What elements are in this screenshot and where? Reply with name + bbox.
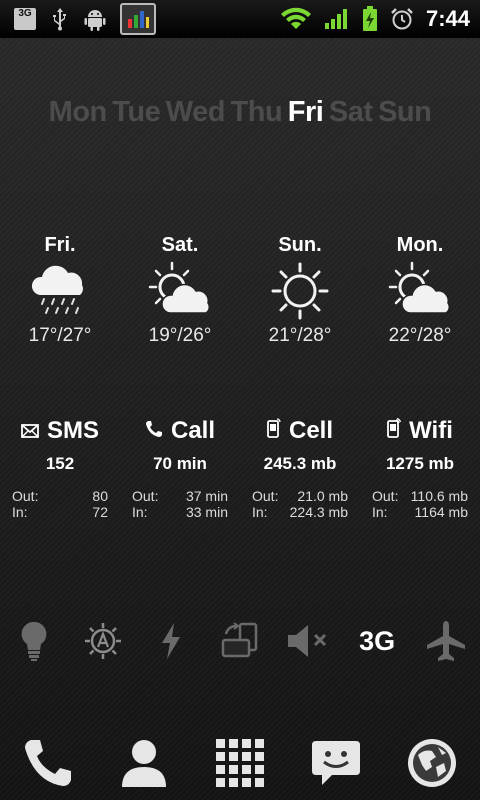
usage-cell[interactable]: Cell 245.3 mb Out: 21.0 mb In: 224.3 mb xyxy=(240,416,360,520)
day-sun: Sun xyxy=(378,96,432,128)
forecast-day-3[interactable]: Mon. 22°/28° xyxy=(360,234,480,347)
in-value: 72 xyxy=(92,504,108,520)
sun-icon xyxy=(240,261,360,321)
in-label: In: xyxy=(132,504,148,520)
in-value: 1164 mb xyxy=(414,504,468,520)
usage-wifi[interactable]: Wifi 1275 mb Out: 110.6 mb In: 1164 mb xyxy=(360,416,480,520)
android-debug-icon[interactable] xyxy=(84,7,106,31)
in-value: 224.3 mb xyxy=(289,504,348,520)
usage-sms[interactable]: SMS 152 Out: 80 In: 72 xyxy=(0,416,120,520)
in-label: In: xyxy=(372,504,388,520)
wifi-signal-icon[interactable] xyxy=(280,7,312,31)
usage-total: 152 xyxy=(45,454,75,473)
forecast-day-2[interactable]: Sun. 21°/28° xyxy=(240,234,360,347)
out-value: 110.6 mb xyxy=(410,488,468,504)
dock-messaging[interactable] xyxy=(301,731,371,795)
dock-contacts[interactable] xyxy=(109,731,179,795)
usage-total: 1275 mb xyxy=(385,454,455,473)
airplane-icon xyxy=(426,621,465,661)
alarm-icon[interactable] xyxy=(390,7,414,31)
usage-label: Call xyxy=(170,417,215,444)
power-toggles-widget[interactable]: 3G xyxy=(0,616,480,666)
day-sat: Sat xyxy=(328,96,373,128)
flashlight-toggle[interactable] xyxy=(4,616,64,666)
sound-toggle[interactable] xyxy=(279,616,339,666)
dock-app-drawer[interactable] xyxy=(205,731,275,795)
cell-signal-icon[interactable] xyxy=(324,7,350,31)
partly-cloudy-icon xyxy=(360,261,480,321)
usage-total: 245.3 mb xyxy=(263,454,337,473)
forecast-day-0[interactable]: Fri. 17°/27° xyxy=(0,234,120,347)
status-clock[interactable]: 7:44 xyxy=(426,6,470,32)
messaging-icon xyxy=(312,741,360,785)
3g-notification-icon[interactable]: 3G xyxy=(14,8,36,30)
mute-icon xyxy=(287,625,326,657)
out-value: 21.0 mb xyxy=(297,488,348,504)
envelope-icon xyxy=(21,417,39,445)
weather-forecast-widget[interactable]: Fri. 17°/27° Sat. 19°/26° Sun. 21°/28° M… xyxy=(0,234,480,347)
day-mon: Mon xyxy=(48,96,108,128)
app-drawer-icon xyxy=(216,739,264,787)
usage-stats-widget[interactable]: SMS 152 Out: 80 In: 72 Call 70 min Out: 37 … xyxy=(0,416,480,520)
cell-data-icon xyxy=(267,417,281,445)
usage-call[interactable]: Call 70 min Out: 37 min In: 33 min xyxy=(120,416,240,520)
day-fri-current: Fri xyxy=(287,96,324,128)
wifi-data-icon xyxy=(387,417,402,445)
forecast-temp: 22°/28° xyxy=(388,325,452,346)
forecast-day-label: Fri. xyxy=(44,234,76,256)
brightness-toggle[interactable] xyxy=(73,616,133,666)
flash-toggle[interactable] xyxy=(141,616,201,666)
monitor-app-icon[interactable] xyxy=(120,3,156,35)
phone-icon xyxy=(25,740,71,786)
battery-charging-icon[interactable] xyxy=(362,6,378,32)
usage-total: 70 min xyxy=(153,454,207,473)
day-wed: Wed xyxy=(165,96,226,128)
day-tue: Tue xyxy=(112,96,161,128)
out-label: Out: xyxy=(372,488,399,504)
rotation-icon xyxy=(221,622,258,658)
usage-label: SMS xyxy=(46,417,99,444)
forecast-day-1[interactable]: Sat. 19°/26° xyxy=(120,234,240,347)
3g-badge-label: 3G xyxy=(18,8,32,19)
auto-brightness-icon xyxy=(84,623,121,659)
in-label: In: xyxy=(12,504,28,520)
partly-cloudy-icon xyxy=(120,261,240,321)
out-label: Out: xyxy=(132,488,159,504)
launcher-dock[interactable] xyxy=(0,726,480,800)
usage-label: Wifi xyxy=(409,417,453,444)
phone-icon xyxy=(145,417,163,445)
out-label: Out: xyxy=(252,488,279,504)
forecast-day-label: Sun. xyxy=(278,234,322,256)
forecast-temp: 21°/28° xyxy=(268,325,332,346)
usage-label: Cell xyxy=(288,417,333,444)
out-value: 37 min xyxy=(185,488,228,504)
usb-icon[interactable] xyxy=(50,7,70,31)
out-label: Out: xyxy=(12,488,39,504)
contacts-icon xyxy=(122,740,166,787)
in-label: In: xyxy=(252,504,268,520)
forecast-day-label: Sat. xyxy=(161,234,199,256)
dock-phone[interactable] xyxy=(13,731,83,795)
day-thu: Thu xyxy=(230,96,283,128)
dock-browser[interactable] xyxy=(397,731,467,795)
flashlight-icon xyxy=(21,621,47,661)
network-3g-toggle[interactable]: 3G xyxy=(347,616,407,666)
browser-icon xyxy=(408,739,456,787)
forecast-temp: 19°/26° xyxy=(148,325,212,346)
flash-icon xyxy=(162,623,181,659)
rain-icon xyxy=(0,261,120,321)
rotation-toggle[interactable] xyxy=(210,616,270,666)
in-value: 33 min xyxy=(185,504,228,520)
weekday-row: Mon Tue Wed Thu Fri Sat Sun xyxy=(0,96,480,129)
out-value: 80 xyxy=(92,488,108,504)
forecast-day-label: Mon. xyxy=(396,234,444,256)
forecast-temp: 17°/27° xyxy=(28,325,92,346)
status-bar[interactable]: 3G 7:44 xyxy=(0,0,480,38)
airplane-toggle[interactable] xyxy=(416,616,476,666)
